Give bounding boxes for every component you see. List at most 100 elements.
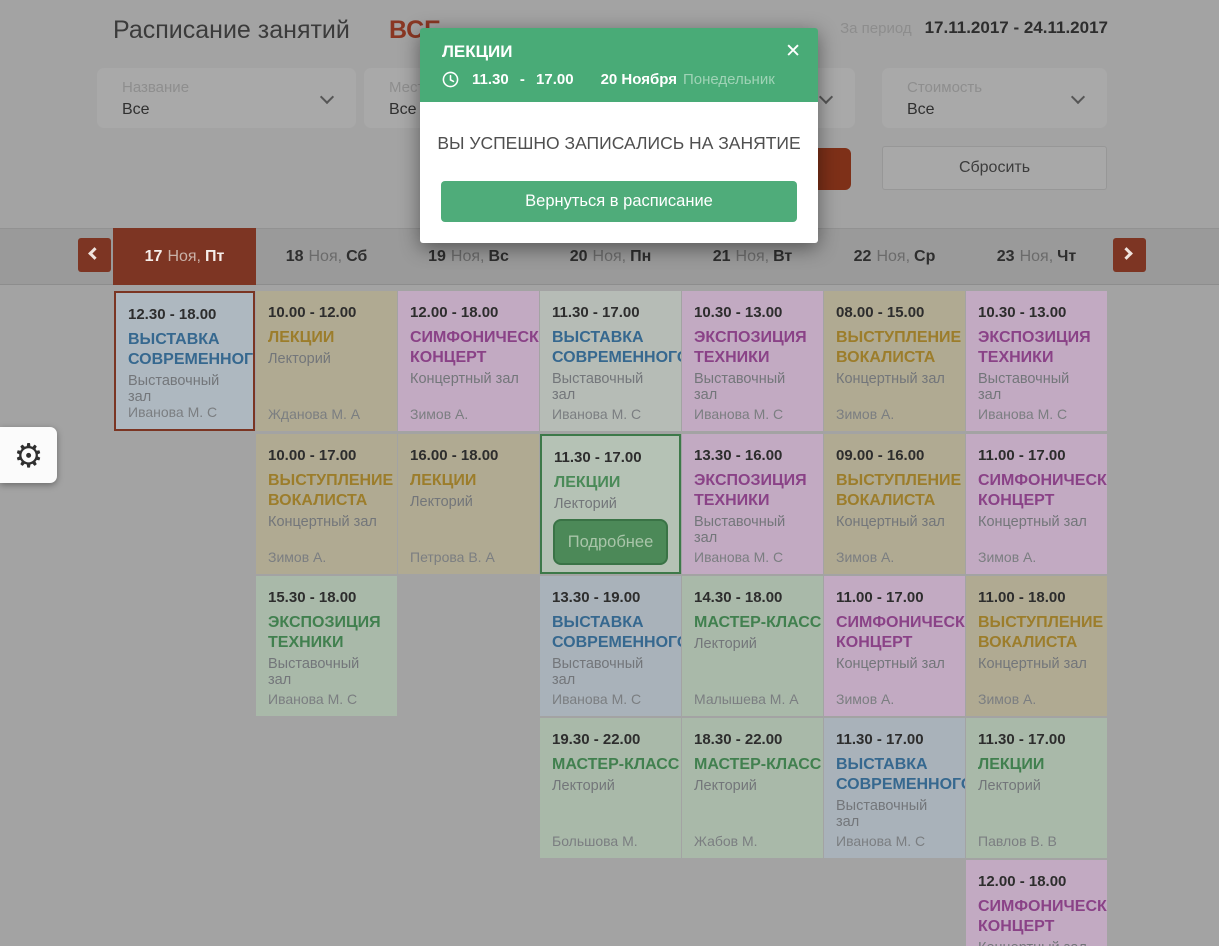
event-title: ВЫСТАВКА СОВРЕМЕННОГО bbox=[552, 613, 681, 653]
event-location: Лекторий bbox=[268, 351, 385, 367]
dropdown-name-label: Название bbox=[122, 79, 189, 96]
event-card-22-2[interactable]: 09.00 - 16.00ВЫСТУПЛЕНИЕ ВОКАЛИСТАКонцер… bbox=[824, 434, 965, 574]
settings-button[interactable]: ⚙ bbox=[0, 427, 57, 483]
event-card-23-2[interactable]: 11.00 - 17.00СИМФОНИЧЕСКИЙ КОНЦЕРТКонцер… bbox=[966, 434, 1107, 574]
day-tab-mon: Ноя, bbox=[876, 248, 910, 266]
event-person: Иванова М. С bbox=[268, 691, 357, 707]
day-tab-abbr: Пт bbox=[205, 248, 224, 266]
event-card-22-1[interactable]: 08.00 - 15.00ВЫСТУПЛЕНИЕ ВОКАЛИСТАКонцер… bbox=[824, 291, 965, 431]
event-person: Зимов А. bbox=[268, 549, 326, 565]
details-button[interactable]: Подробнее bbox=[553, 519, 668, 565]
event-card-23-3[interactable]: 11.00 - 18.00ВЫСТУПЛЕНИЕ ВОКАЛИСТАКонцер… bbox=[966, 576, 1107, 716]
modal-body: ВЫ УСПЕШНО ЗАПИСАЛИСЬ НА ЗАНЯТИЕ Вернуть… bbox=[420, 102, 818, 243]
event-card-20-3[interactable]: 13.30 - 19.00ВЫСТАВКА СОВРЕМЕННОГОВыстав… bbox=[540, 576, 681, 716]
return-to-schedule-button[interactable]: Вернуться в расписание bbox=[441, 181, 797, 222]
event-card-20-2[interactable]: 11.30 - 17.00ЛЕКЦИИЛекторийПодробнее bbox=[540, 434, 681, 574]
dropdown-name-value: Все bbox=[122, 101, 150, 119]
event-card-21-1[interactable]: 10.30 - 13.00ЭКСПОЗИЦИЯ ТЕХНИКИВыставочн… bbox=[682, 291, 823, 431]
dropdown-name[interactable]: Название Все bbox=[97, 68, 356, 128]
event-time: 14.30 - 18.00 bbox=[694, 589, 811, 606]
event-card-21-2[interactable]: 13.30 - 16.00ЭКСПОЗИЦИЯ ТЕХНИКИВыставочн… bbox=[682, 434, 823, 574]
event-card-22-3[interactable]: 11.00 - 17.00СИМФОНИЧЕСКИЙ КОНЦЕРТКонцер… bbox=[824, 576, 965, 716]
event-location: Лекторий bbox=[554, 496, 667, 512]
event-card-19-1[interactable]: 12.00 - 18.00СИМФОНИЧЕСКИЙ КОНЦЕРТКонцер… bbox=[398, 291, 539, 431]
day-tab-22[interactable]: 22Ноя,Ср bbox=[823, 228, 966, 285]
event-time: 15.30 - 18.00 bbox=[268, 589, 385, 606]
event-time: 11.30 - 17.00 bbox=[978, 731, 1095, 748]
clock-icon bbox=[442, 71, 459, 88]
event-location: Выставочный зал bbox=[978, 371, 1095, 403]
success-message: ВЫ УСПЕШНО ЗАПИСАЛИСЬ НА ЗАНЯТИЕ bbox=[420, 102, 818, 154]
day-tab-18[interactable]: 18Ноя,Сб bbox=[255, 228, 398, 285]
booking-modal: ЛЕКЦИИ 11.30 - 17.00 20 Ноября Понедельн… bbox=[420, 28, 818, 243]
event-person: Иванова М. С bbox=[836, 833, 925, 849]
event-title: МАСТЕР-КЛАСС bbox=[552, 755, 681, 775]
event-person: Зимов А. bbox=[836, 691, 894, 707]
event-card-18-2[interactable]: 10.00 - 17.00ВЫСТУПЛЕНИЕ ВОКАЛИСТАКонцер… bbox=[256, 434, 397, 574]
period-label: За период bbox=[840, 20, 912, 37]
day-tab-num: 21 bbox=[713, 248, 731, 266]
event-title: ЭКСПОЗИЦИЯ ТЕХНИКИ bbox=[694, 328, 823, 368]
event-card-23-4[interactable]: 11.30 - 17.00ЛЕКЦИИЛекторийПавлов В. В bbox=[966, 718, 1107, 858]
modal-time: 11.30 - 17.00 bbox=[472, 71, 574, 88]
event-time: 12.00 - 18.00 bbox=[978, 873, 1095, 890]
chevron-down-icon bbox=[819, 90, 833, 104]
chevron-right-icon bbox=[1120, 247, 1133, 260]
event-title: ЭКСПОЗИЦИЯ ТЕХНИКИ bbox=[694, 471, 823, 511]
event-time: 13.30 - 19.00 bbox=[552, 589, 669, 606]
event-title: ВЫСТУПЛЕНИЕ ВОКАЛИСТА bbox=[978, 613, 1107, 653]
event-card-17-1[interactable]: 12.30 - 18.00ВЫСТАВКА СОВРЕМЕННОГОВыстав… bbox=[114, 291, 255, 431]
event-card-22-4[interactable]: 11.30 - 17.00ВЫСТАВКА СОВРЕМЕННОГОВыстав… bbox=[824, 718, 965, 858]
event-title: СИМФОНИЧЕСКИЙ КОНЦЕРТ bbox=[978, 897, 1107, 937]
event-time: 11.30 - 17.00 bbox=[554, 449, 667, 466]
event-time: 19.30 - 22.00 bbox=[552, 731, 669, 748]
event-time: 12.30 - 18.00 bbox=[128, 306, 241, 323]
event-time: 18.30 - 22.00 bbox=[694, 731, 811, 748]
schedule-page: Расписание занятий ВСЕ За период 17.11.2… bbox=[0, 0, 1219, 946]
event-card-21-4[interactable]: 18.30 - 22.00МАСТЕР-КЛАССЛекторийЖабов М… bbox=[682, 718, 823, 858]
chevron-down-icon bbox=[1071, 90, 1085, 104]
event-title: СИМФОНИЧЕСКИЙ КОНЦЕРТ bbox=[836, 613, 965, 653]
day-tab-abbr: Пн bbox=[630, 248, 651, 266]
event-location: Выставочный зал bbox=[694, 514, 811, 546]
event-time: 09.00 - 16.00 bbox=[836, 447, 953, 464]
event-time: 11.30 - 17.00 bbox=[552, 304, 669, 321]
event-card-19-2[interactable]: 16.00 - 18.00ЛЕКЦИИЛекторийПетрова В. А bbox=[398, 434, 539, 574]
event-location: Концертный зал bbox=[836, 656, 953, 672]
event-location: Концертный зал bbox=[268, 514, 385, 530]
event-card-23-1[interactable]: 10.30 - 13.00ЭКСПОЗИЦИЯ ТЕХНИКИВыставочн… bbox=[966, 291, 1107, 431]
event-card-18-1[interactable]: 10.00 - 12.00ЛЕКЦИИЛекторийЖданова М. А bbox=[256, 291, 397, 431]
event-person: Иванова М. С bbox=[694, 549, 783, 565]
event-person: Зимов А. bbox=[978, 549, 1036, 565]
close-icon[interactable]: ✕ bbox=[785, 40, 801, 63]
next-week-button[interactable] bbox=[1113, 238, 1146, 272]
event-card-20-4[interactable]: 19.30 - 22.00МАСТЕР-КЛАССЛекторийБольшов… bbox=[540, 718, 681, 858]
event-location: Выставочный зал bbox=[552, 371, 669, 403]
event-person: Жданова М. А bbox=[268, 406, 360, 422]
event-person: Большова М. bbox=[552, 833, 638, 849]
chevron-down-icon bbox=[320, 90, 334, 104]
event-card-23-5[interactable]: 12.00 - 18.00СИМФОНИЧЕСКИЙ КОНЦЕРТКонцер… bbox=[966, 860, 1107, 946]
period-value[interactable]: 17.11.2017 - 24.11.2017 bbox=[925, 18, 1108, 38]
dropdown-cost[interactable]: Стоимость Все bbox=[882, 68, 1107, 128]
event-card-20-1[interactable]: 11.30 - 17.00ВЫСТАВКА СОВРЕМЕННОГОВыстав… bbox=[540, 291, 681, 431]
event-title: ЛЕКЦИИ bbox=[978, 755, 1107, 775]
event-title: ВЫСТАВКА СОВРЕМЕННОГО bbox=[836, 755, 965, 795]
event-location: Лекторий bbox=[410, 494, 527, 510]
event-time: 11.00 - 17.00 bbox=[978, 447, 1095, 464]
event-card-21-3[interactable]: 14.30 - 18.00МАСТЕР-КЛАССЛекторийМалышев… bbox=[682, 576, 823, 716]
event-time: 12.00 - 18.00 bbox=[410, 304, 527, 321]
event-person: Зимов А. bbox=[836, 406, 894, 422]
modal-header: ЛЕКЦИИ 11.30 - 17.00 20 Ноября Понедельн… bbox=[420, 28, 818, 102]
modal-weekday: Понедельник bbox=[683, 71, 775, 88]
event-time: 11.00 - 18.00 bbox=[978, 589, 1095, 606]
dropdown-place-value: Все bbox=[389, 101, 417, 119]
day-tab-17[interactable]: 17Ноя,Пт bbox=[113, 228, 256, 285]
prev-week-button[interactable] bbox=[78, 238, 111, 272]
event-person: Зимов А. bbox=[410, 406, 468, 422]
reset-button[interactable]: Сбросить bbox=[882, 146, 1107, 190]
day-tab-mon: Ноя, bbox=[593, 248, 627, 266]
event-card-18-3[interactable]: 15.30 - 18.00ЭКСПОЗИЦИЯ ТЕХНИКИВыставочн… bbox=[256, 576, 397, 716]
day-tab-23[interactable]: 23Ноя,Чт bbox=[965, 228, 1108, 285]
event-person: Иванова М. С bbox=[552, 691, 641, 707]
